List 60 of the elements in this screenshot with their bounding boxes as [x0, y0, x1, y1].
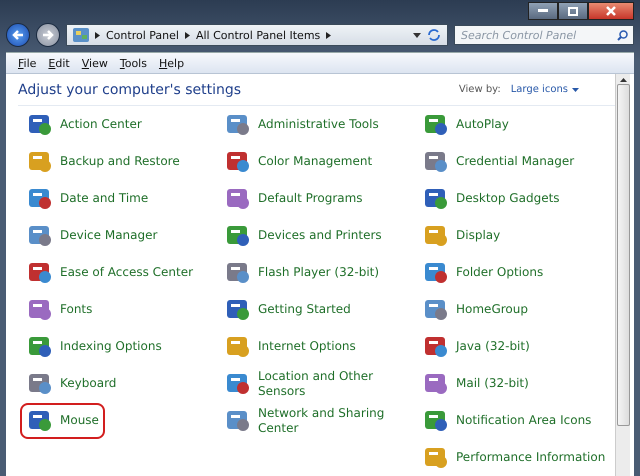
menu-item[interactable]: Edit: [44, 56, 74, 70]
control-panel-item[interactable]: Keyboard: [20, 366, 122, 402]
control-panel-item[interactable]: Notification Area Icons: [416, 402, 598, 438]
chevron-icon: [95, 32, 100, 38]
back-button[interactable]: [6, 23, 30, 47]
view-by-dropdown[interactable]: Large icons: [510, 84, 579, 95]
menu-item[interactable]: Help: [154, 56, 188, 70]
menu-item[interactable]: Tools: [116, 56, 151, 70]
scrollbar[interactable]: [615, 74, 630, 476]
close-icon: [606, 6, 616, 16]
minimize-button[interactable]: [528, 2, 558, 20]
control-panel-item[interactable]: Getting Started: [218, 292, 357, 328]
control-panel-item[interactable]: Backup and Restore: [20, 144, 186, 180]
minimize-icon: [538, 9, 548, 13]
control-panel-item[interactable]: Internet Options: [218, 328, 362, 364]
forward-button[interactable]: [36, 23, 60, 47]
maximize-button[interactable]: [558, 2, 588, 20]
control-panel-item[interactable]: Desktop Gadgets: [416, 180, 566, 216]
dropdown-icon: [413, 32, 421, 38]
close-button[interactable]: [588, 2, 634, 20]
control-panel-item[interactable]: Java (32-bit): [416, 328, 536, 364]
forward-arrow-icon: [42, 29, 54, 41]
control-panel-item[interactable]: Performance Information: [416, 440, 612, 476]
control-panel-item[interactable]: Devices and Printers: [218, 218, 388, 254]
breadcrumb[interactable]: All Control Panel Items: [196, 28, 320, 42]
refresh-icon: [427, 29, 441, 41]
address-bar[interactable]: Control Panel All Control Panel Items: [66, 24, 448, 46]
control-panel-item[interactable]: Credential Manager: [416, 144, 580, 180]
menu-item[interactable]: View: [78, 56, 112, 70]
control-panel-item[interactable]: Location and Other Sensors: [218, 364, 414, 402]
control-panel-item[interactable]: Mail (32-bit): [416, 366, 535, 402]
search-field[interactable]: Search Control Panel: [454, 25, 634, 45]
control-panel-item[interactable]: Default Programs: [218, 180, 369, 216]
control-panel-item[interactable]: Color Management: [218, 144, 378, 180]
breadcrumb[interactable]: Control Panel: [106, 28, 179, 42]
back-arrow-icon: [12, 29, 24, 41]
search-icon: [617, 30, 628, 41]
dropdown-icon: [572, 88, 579, 92]
control-panel-item[interactable]: Mouse: [20, 402, 105, 438]
control-panel-item[interactable]: Display: [416, 218, 506, 254]
scroll-up-icon: [620, 78, 626, 82]
maximize-icon: [568, 6, 578, 16]
control-panel-item[interactable]: Ease of Access Center: [20, 254, 200, 290]
control-panel-item[interactable]: Action Center: [20, 106, 148, 142]
chevron-icon: [326, 32, 332, 38]
control-panel-item[interactable]: Date and Time: [20, 180, 154, 216]
view-by-label: View by:: [458, 84, 501, 95]
chevron-icon: [184, 32, 190, 38]
control-panel-item[interactable]: AutoPlay: [416, 106, 515, 142]
control-panel-icon: [73, 28, 89, 42]
control-panel-item[interactable]: HomeGroup: [416, 292, 534, 328]
menu-item[interactable]: File: [14, 56, 40, 70]
control-panel-item[interactable]: Folder Options: [416, 254, 550, 290]
page-heading: Adjust your computer's settings: [18, 82, 242, 98]
control-panel-item[interactable]: Network and Sharing Center: [218, 402, 414, 440]
control-panel-item[interactable]: Fonts: [20, 292, 98, 328]
control-panel-item[interactable]: Device Manager: [20, 218, 164, 254]
control-panel-item[interactable]: Administrative Tools: [218, 106, 385, 142]
control-panel-item[interactable]: Indexing Options: [20, 328, 168, 364]
control-panel-item[interactable]: Flash Player (32-bit): [218, 254, 386, 290]
